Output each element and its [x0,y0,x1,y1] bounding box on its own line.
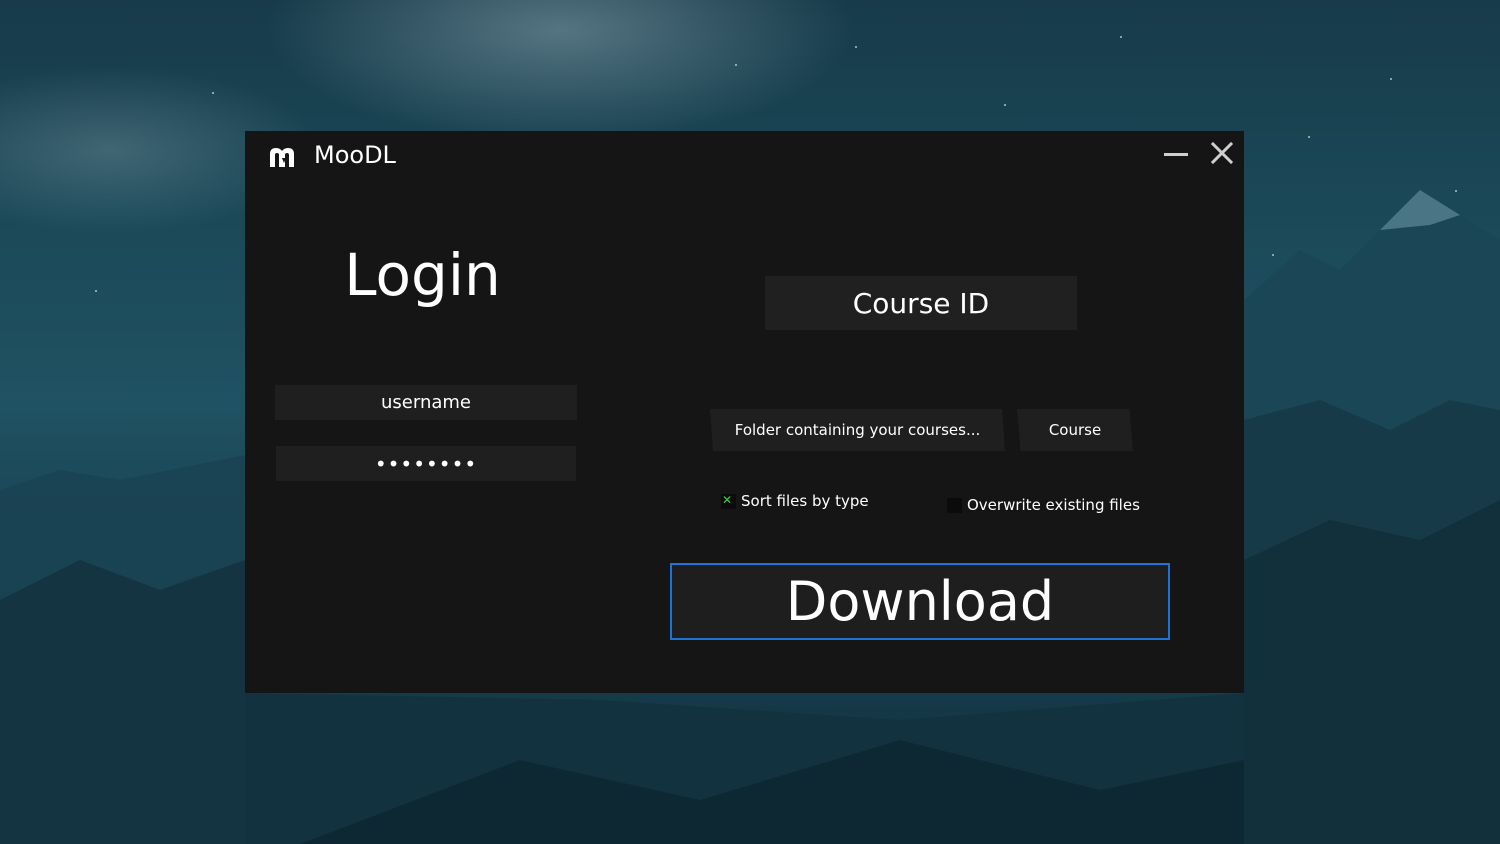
username-field[interactable] [275,385,577,420]
title-bar[interactable]: MooDL [245,131,1244,179]
minimize-icon [1164,153,1188,156]
sort-by-type-option[interactable]: Sort files by type [721,492,869,510]
close-icon [1210,141,1234,165]
sort-by-type-label: Sort files by type [741,492,869,510]
course-select-button[interactable]: Course [1017,409,1133,451]
password-field[interactable] [276,446,576,481]
download-button[interactable]: Download [670,563,1170,640]
folder-select-button[interactable]: Folder containing your courses... [710,409,1005,451]
sort-by-type-checkbox[interactable] [721,493,736,509]
login-heading: Login [344,241,501,309]
overwrite-label: Overwrite existing files [967,496,1140,514]
app-title: MooDL [314,141,396,169]
overwrite-checkbox[interactable] [947,497,962,513]
overwrite-option[interactable]: Overwrite existing files [947,496,1140,514]
moodl-logo-icon [270,148,294,167]
minimize-button[interactable] [1157,139,1195,169]
course-id-field[interactable] [765,276,1077,330]
close-button[interactable] [1203,137,1241,171]
app-window: MooDL Login Folder containing your cours… [245,131,1244,693]
